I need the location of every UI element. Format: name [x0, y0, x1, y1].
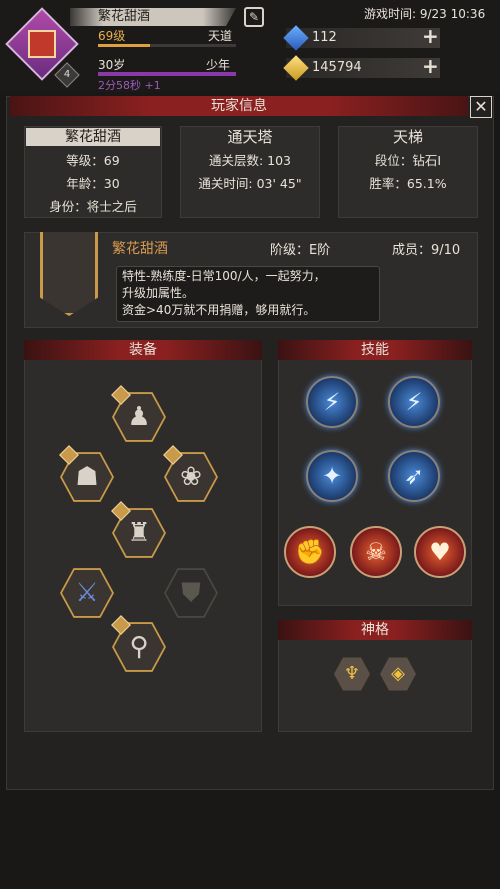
player-rank: 天道: [208, 29, 233, 43]
exp-bar-fill: [98, 44, 150, 47]
game-time: 游戏时间: 9/23 10:36: [364, 7, 486, 21]
player-level: 69级: [98, 29, 126, 43]
panel-title: 玩家信息: [211, 98, 267, 114]
gold-count: 145794: [312, 60, 362, 75]
tower-floors-row: 通关层数: 103: [208, 153, 292, 168]
player-stage: 少年: [206, 58, 231, 72]
add-gems-button[interactable]: +: [422, 24, 439, 48]
player-age: 30岁: [98, 58, 126, 72]
player-card-name: 繁花甜酒: [65, 129, 121, 145]
divinity-header: 神格: [278, 620, 472, 640]
close-button[interactable]: ✕: [470, 96, 492, 118]
guild-description: 特性-熟练度-日常100/人，一起努力， 升级加属性。 资金>40万就不用捐赠，…: [122, 269, 326, 317]
ladder-card-title: 天梯: [392, 128, 423, 146]
skill-star-burst-icon[interactable]: ✦: [306, 450, 358, 502]
guild-members: 成员：9/10: [392, 243, 461, 258]
skill-fist-icon[interactable]: ✊: [284, 526, 336, 578]
ladder-tier-row: 段位：钻石I: [374, 153, 442, 168]
gem-resource-bar: [286, 28, 440, 48]
player-identity-row: 身份：将士之后: [49, 199, 137, 214]
equipment-header: 装备: [24, 340, 262, 360]
skill-lightning-claw-icon[interactable]: ⚡: [306, 376, 358, 428]
guild-name: 繁花甜酒: [112, 241, 168, 257]
tower-time-row: 通关时间: 03' 45": [198, 176, 302, 191]
skill-skull-icon[interactable]: ☠: [350, 526, 402, 578]
skills-header: 技能: [278, 340, 472, 360]
player-avatar[interactable]: 4: [5, 7, 80, 88]
add-gold-button[interactable]: +: [422, 54, 439, 78]
skill-lightning-strike-icon[interactable]: ⚡: [388, 376, 440, 428]
player-age-row: 年龄：30: [66, 176, 120, 191]
avatar-badge-number: 4: [63, 69, 71, 80]
player-name: 繁花甜酒: [98, 9, 151, 24]
gem-count: 112: [312, 30, 337, 45]
name-plate: [70, 8, 236, 26]
ladder-winrate-row: 胜率：65.1%: [369, 176, 447, 191]
avatar-portrait: [28, 30, 56, 58]
regen-timer: 2分58秒 +1: [98, 79, 161, 92]
skill-heart-icon[interactable]: ♥: [414, 526, 466, 578]
tower-card-title: 通天塔: [227, 128, 273, 146]
guild-rank: 阶级：E阶: [270, 243, 331, 258]
skill-arrow-icon[interactable]: ➶: [388, 450, 440, 502]
gold-resource-bar: [286, 58, 440, 78]
player-level-row: 等级：69: [66, 153, 120, 168]
age-bar: [98, 72, 236, 76]
edit-icon[interactable]: ✎: [244, 7, 264, 27]
